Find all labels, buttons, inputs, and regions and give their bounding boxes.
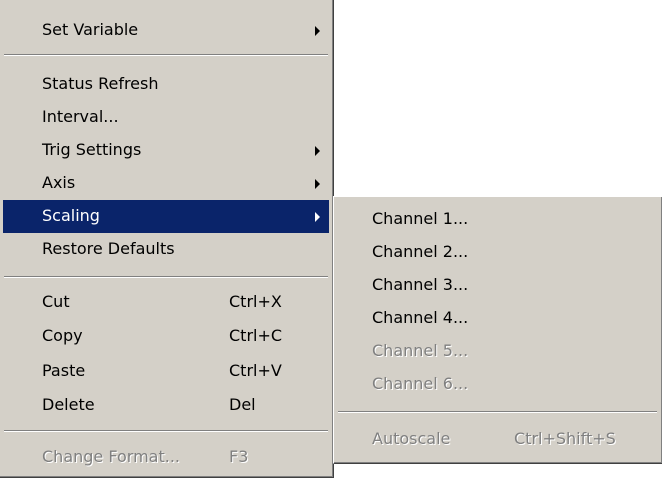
menu-item-label: Interval...	[42, 107, 119, 126]
submenu-item-channel-6: Channel 6...	[337, 368, 658, 401]
menu-item-paste[interactable]: Paste Ctrl+V	[3, 355, 329, 388]
menu-item-label: Channel 3...	[372, 275, 469, 294]
menu-separator	[338, 411, 657, 413]
scaling-submenu: Channel 1... Channel 2... Channel 3... C…	[333, 196, 662, 464]
menu-item-label: Delete	[42, 395, 95, 414]
submenu-arrow-icon	[315, 26, 320, 36]
menu-item-label: Trig Settings	[42, 140, 142, 159]
submenu-item-autoscale: Autoscale Ctrl+Shift+S	[337, 423, 658, 456]
menu-item-label: Scaling	[42, 206, 100, 225]
menu-item-shortcut: F3	[229, 447, 249, 466]
menu-item-status-refresh[interactable]: Status Refresh	[3, 68, 329, 101]
submenu-item-channel-1[interactable]: Channel 1...	[337, 203, 658, 236]
menu-separator	[4, 54, 328, 56]
menu-separator	[4, 276, 328, 278]
menu-item-scaling[interactable]: Scaling	[3, 200, 329, 233]
submenu-arrow-icon	[315, 212, 320, 222]
submenu-item-channel-3[interactable]: Channel 3...	[337, 269, 658, 302]
menu-item-set-variable[interactable]: Set Variable	[3, 14, 329, 47]
submenu-item-channel-4[interactable]: Channel 4...	[337, 302, 658, 335]
submenu-item-channel-2[interactable]: Channel 2...	[337, 236, 658, 269]
submenu-item-channel-5: Channel 5...	[337, 335, 658, 368]
menu-item-interval[interactable]: Interval...	[3, 101, 329, 134]
menu-item-copy[interactable]: Copy Ctrl+C	[3, 320, 329, 353]
submenu-arrow-icon	[315, 179, 320, 189]
menu-item-label: Change Format...	[42, 447, 180, 466]
menu-item-delete[interactable]: Delete Del	[3, 389, 329, 422]
menu-item-shortcut: Del	[229, 395, 256, 414]
menu-item-restore-defaults[interactable]: Restore Defaults	[3, 233, 329, 266]
menu-item-label: Set Variable	[42, 20, 139, 39]
menu-item-label: Channel 2...	[372, 242, 469, 261]
menu-item-label: Cut	[42, 292, 70, 311]
menu-item-label: Channel 5...	[372, 341, 469, 360]
menu-item-change-format: Change Format... F3	[3, 441, 329, 474]
menu-item-label: Autoscale	[372, 429, 451, 448]
menu-item-label: Copy	[42, 326, 83, 345]
menu-item-label: Status Refresh	[42, 74, 159, 93]
menu-item-shortcut: Ctrl+V	[229, 361, 282, 380]
submenu-arrow-icon	[315, 146, 320, 156]
menu-item-shortcut: Ctrl+C	[229, 326, 283, 345]
menu-item-axis[interactable]: Axis	[3, 167, 329, 200]
menu-item-label: Restore Defaults	[42, 239, 175, 258]
menu-item-label: Channel 6...	[372, 374, 469, 393]
menu-item-trig-settings[interactable]: Trig Settings	[3, 134, 329, 167]
menu-item-shortcut: Ctrl+Shift+S	[514, 429, 616, 448]
menu-separator	[4, 430, 328, 432]
menu-item-label: Axis	[42, 173, 76, 192]
menu-item-label: Paste	[42, 361, 86, 380]
menu-item-label: Channel 4...	[372, 308, 469, 327]
menu-item-shortcut: Ctrl+X	[229, 292, 282, 311]
context-menu: Set Variable Status Refresh Interval... …	[0, 0, 334, 478]
menu-item-cut[interactable]: Cut Ctrl+X	[3, 286, 329, 319]
menu-item-label: Channel 1...	[372, 209, 469, 228]
